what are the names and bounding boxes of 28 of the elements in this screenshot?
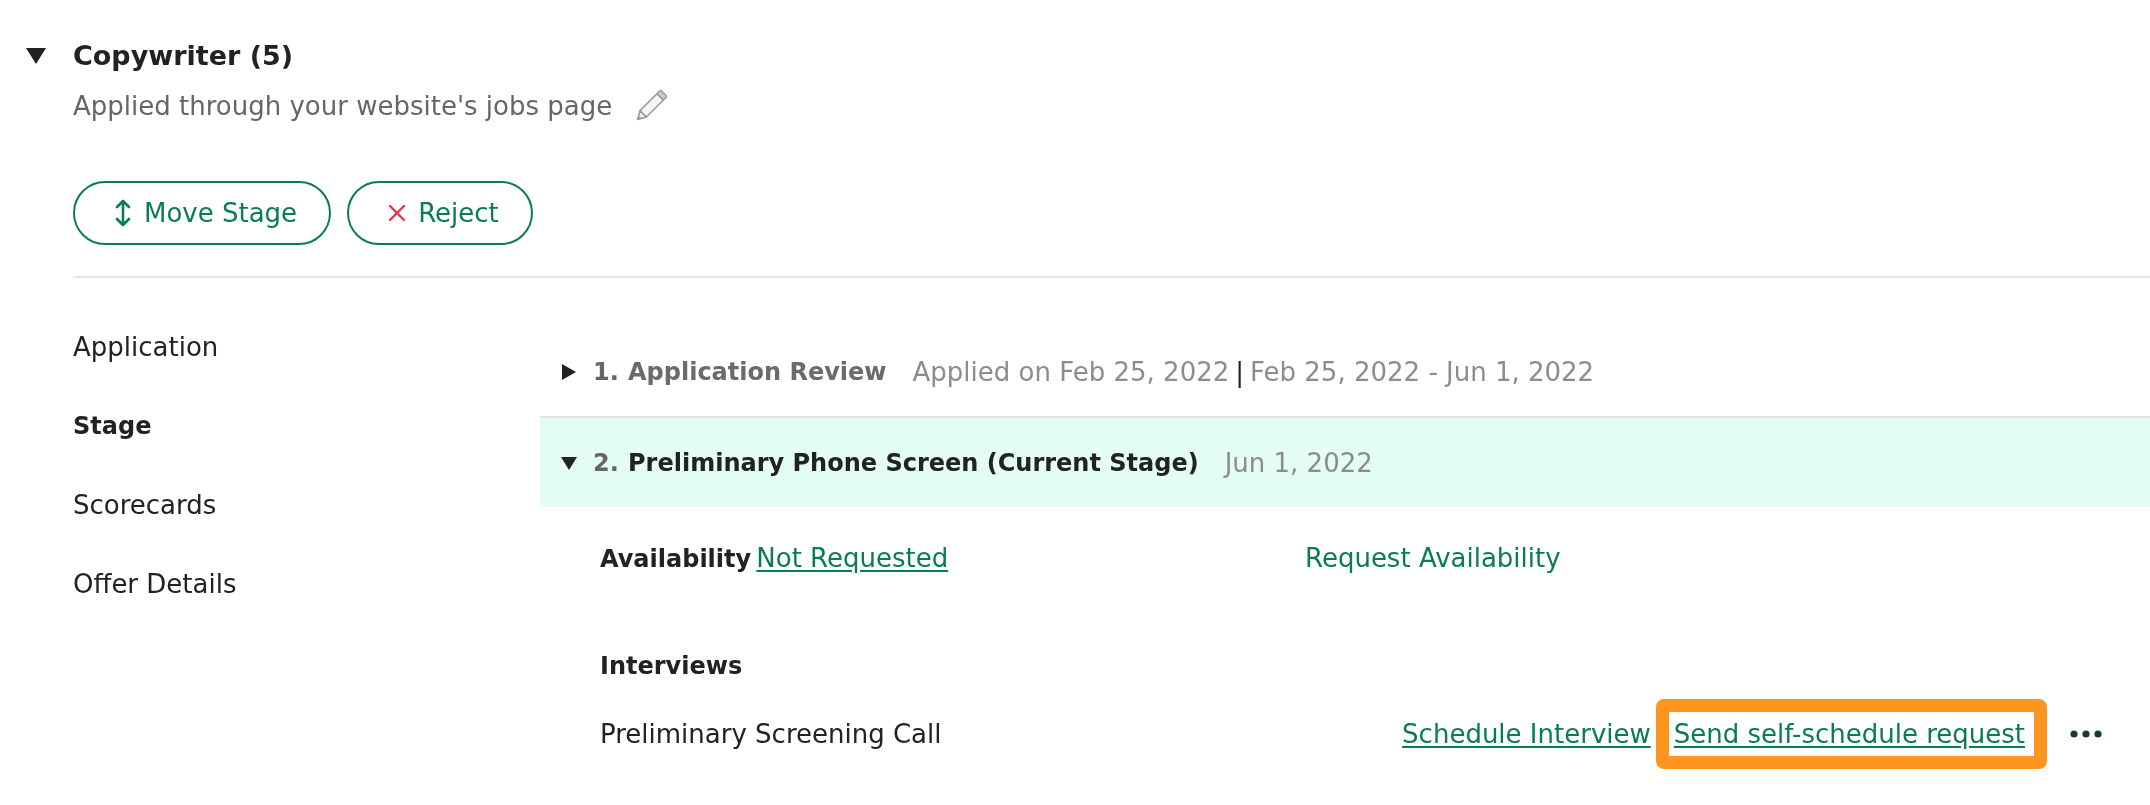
stage-number: 1. [593,356,620,388]
disclosure-triangle-icon[interactable] [26,48,46,64]
interviews-heading: Interviews [600,651,743,682]
stage-number: 2. [593,447,620,479]
x-icon [388,204,407,222]
section-title: Copywriter (5) [73,39,294,73]
interview-name: Preliminary Screening Call [600,718,942,751]
sidebar-item[interactable]: Application [73,330,219,364]
vertical-arrows-icon [114,198,132,228]
availability-status-link[interactable]: Not Requested [756,543,949,573]
reject-button[interactable]: Reject [347,181,533,245]
interview-action-link[interactable]: Schedule Interview [1402,717,1651,751]
stage-name[interactable]: Application Review [628,354,887,389]
availability-label: Availability [600,545,752,573]
stage-date: Feb 25, 2022 - Jun 1, 2022 [1250,355,1595,389]
separator-text: | [1235,355,1245,389]
stage-date: Jun 1, 2022 [1224,446,1373,480]
sidebar-item[interactable]: Offer Details [73,567,237,601]
sidebar-item[interactable]: Scorecards [73,488,217,522]
request-availability-link[interactable]: Request Availability [1305,541,1561,579]
sidebar-item[interactable]: Stage [73,409,152,443]
more-options-icon[interactable] [2070,730,2102,738]
source-text: Applied through your website's jobs page [73,90,613,123]
move-stage-button[interactable]: Move Stage [73,181,332,245]
applied-date: Applied on Feb 25, 2022 [912,355,1230,389]
disclosure-triangle-icon[interactable] [561,362,577,381]
stage-name[interactable]: Preliminary Phone Screen (Current Stage) [628,445,1199,480]
interview-action-link[interactable]: Send self-schedule request [1673,717,2025,751]
